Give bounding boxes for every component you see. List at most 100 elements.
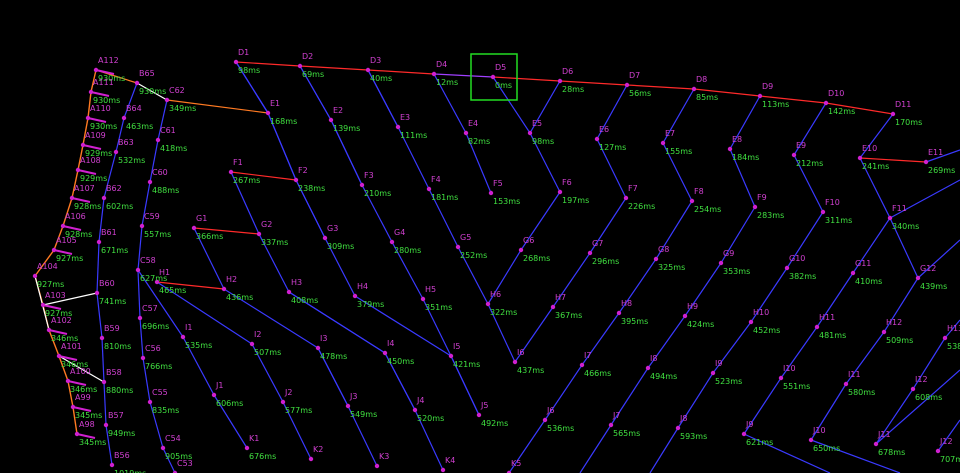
node-g8[interactable]: [653, 256, 659, 262]
node-a105[interactable]: [51, 247, 57, 253]
node-c61[interactable]: [155, 137, 161, 143]
node-a103[interactable]: [40, 302, 46, 308]
node-b58[interactable]: [101, 379, 107, 385]
node-e8[interactable]: [727, 146, 733, 152]
node-f7[interactable]: [623, 195, 629, 201]
node-i1[interactable]: [180, 334, 186, 340]
node-c60[interactable]: [147, 179, 153, 185]
node-j8[interactable]: [675, 425, 681, 431]
node-i12[interactable]: [910, 386, 916, 392]
node-a112[interactable]: [93, 67, 99, 73]
node-g2[interactable]: [256, 231, 262, 237]
node-b61[interactable]: [96, 239, 102, 245]
node-j6[interactable]: [542, 417, 548, 423]
node-b57[interactable]: [103, 422, 109, 428]
node-f10[interactable]: [820, 209, 826, 215]
node-d10[interactable]: [823, 100, 829, 106]
node-a100[interactable]: [65, 378, 71, 384]
node-k4[interactable]: [440, 467, 446, 473]
node-c54[interactable]: [160, 445, 166, 451]
node-i5[interactable]: [448, 353, 454, 359]
node-h2[interactable]: [221, 286, 227, 292]
node-f2[interactable]: [293, 177, 299, 183]
node-b60[interactable]: [94, 290, 100, 296]
node-j10[interactable]: [808, 437, 814, 443]
node-b64[interactable]: [121, 115, 127, 121]
node-e2[interactable]: [328, 117, 334, 123]
node-f3[interactable]: [359, 182, 365, 188]
node-a99[interactable]: [70, 404, 76, 410]
node-i3[interactable]: [315, 345, 321, 351]
node-a111[interactable]: [88, 89, 94, 95]
node-h4[interactable]: [352, 293, 358, 299]
node-j4[interactable]: [412, 407, 418, 413]
node-c56[interactable]: [140, 355, 146, 361]
node-g5[interactable]: [455, 244, 461, 250]
node-c57[interactable]: [137, 315, 143, 321]
node-c58[interactable]: [135, 267, 141, 273]
node-g1[interactable]: [191, 225, 197, 231]
node-i10[interactable]: [778, 375, 784, 381]
node-f9[interactable]: [752, 204, 758, 210]
node-g12[interactable]: [915, 275, 921, 281]
node-a108[interactable]: [75, 167, 81, 173]
node-j12[interactable]: [935, 448, 941, 454]
node-g10[interactable]: [784, 265, 790, 271]
node-h13[interactable]: [942, 335, 948, 341]
node-e5[interactable]: [527, 130, 533, 136]
node-f6[interactable]: [557, 189, 563, 195]
node-a98[interactable]: [74, 431, 80, 437]
node-h9[interactable]: [682, 313, 688, 319]
node-b56[interactable]: [109, 462, 115, 468]
node-d2[interactable]: [297, 63, 303, 69]
node-a101[interactable]: [56, 353, 62, 359]
node-i4[interactable]: [382, 350, 388, 356]
node-g11[interactable]: [850, 270, 856, 276]
node-c62[interactable]: [164, 97, 170, 103]
node-f5[interactable]: [488, 190, 494, 196]
node-k2[interactable]: [308, 456, 314, 462]
node-e10[interactable]: [857, 155, 863, 161]
node-b59[interactable]: [99, 335, 105, 341]
node-e6[interactable]: [594, 136, 600, 142]
node-f4[interactable]: [426, 186, 432, 192]
node-a104[interactable]: [32, 273, 38, 279]
node-g3[interactable]: [322, 235, 328, 241]
node-j11[interactable]: [873, 441, 879, 447]
node-d6[interactable]: [557, 78, 563, 84]
node-e7[interactable]: [660, 140, 666, 146]
node-h6[interactable]: [485, 301, 491, 307]
node-a102[interactable]: [46, 327, 52, 333]
node-j2[interactable]: [280, 399, 286, 405]
node-b63[interactable]: [113, 149, 119, 155]
node-h7[interactable]: [550, 304, 556, 310]
node-h5[interactable]: [420, 296, 426, 302]
node-e3[interactable]: [395, 124, 401, 130]
node-i6[interactable]: [512, 359, 518, 365]
node-h10[interactable]: [748, 319, 754, 325]
node-d3[interactable]: [365, 67, 371, 73]
node-j5[interactable]: [476, 412, 482, 418]
node-i2[interactable]: [249, 341, 255, 347]
node-d9[interactable]: [757, 93, 763, 99]
node-e4[interactable]: [463, 130, 469, 136]
node-d1[interactable]: [233, 59, 239, 65]
node-k3[interactable]: [374, 463, 380, 469]
node-h8[interactable]: [616, 310, 622, 316]
node-k1[interactable]: [244, 445, 250, 451]
node-h11[interactable]: [814, 324, 820, 330]
node-j1[interactable]: [211, 392, 217, 398]
node-i7[interactable]: [579, 362, 585, 368]
node-b65[interactable]: [134, 80, 140, 86]
node-a106[interactable]: [60, 223, 66, 229]
node-b62[interactable]: [101, 195, 107, 201]
node-g6[interactable]: [518, 247, 524, 253]
node-h3[interactable]: [286, 289, 292, 295]
node-d4[interactable]: [431, 71, 437, 77]
node-e11[interactable]: [923, 159, 929, 165]
node-j7[interactable]: [608, 422, 614, 428]
node-d8[interactable]: [691, 86, 697, 92]
node-d7[interactable]: [624, 82, 630, 88]
node-d11[interactable]: [890, 111, 896, 117]
node-e9[interactable]: [791, 152, 797, 158]
